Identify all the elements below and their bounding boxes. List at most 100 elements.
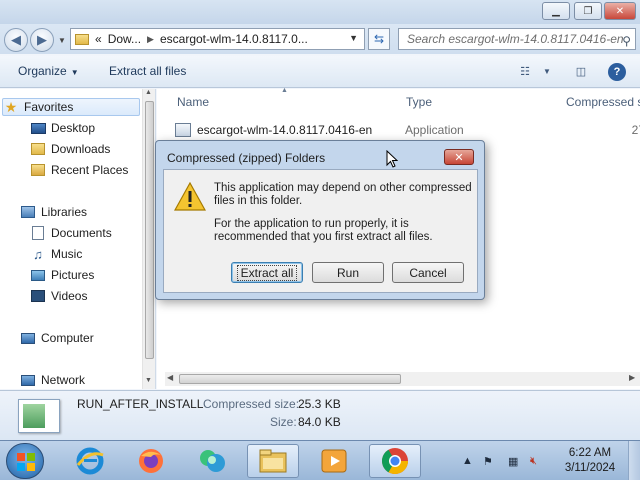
dialog-close-button[interactable]: ✕: [444, 149, 474, 165]
view-dropdown-icon[interactable]: ▼: [538, 63, 556, 79]
nav-computer[interactable]: Computer: [20, 329, 94, 347]
scroll-up-icon[interactable]: ▲: [145, 89, 152, 96]
taskbar-messenger[interactable]: [186, 444, 238, 478]
file-thumbnail: [18, 399, 60, 433]
volume-muted-icon[interactable]: 🔇︎: [530, 455, 537, 468]
cancel-label: Cancel: [409, 265, 447, 280]
dialog-message-1: This application may depend on other com…: [214, 182, 472, 207]
nav-favorites[interactable]: ★ Favorites: [2, 98, 140, 116]
nav-videos-label: Videos: [51, 289, 88, 303]
show-hidden-icons-icon[interactable]: ▲: [462, 455, 473, 467]
nav-desktop[interactable]: Desktop: [30, 119, 95, 137]
details-size-value: 84.0 KB: [298, 415, 341, 429]
desktop-icon: [30, 121, 46, 135]
extract-all-files-button[interactable]: Extract all files: [109, 64, 186, 78]
file-name: escargot-wlm-14.0.8117.0416-en: [197, 123, 373, 137]
nav-recent-places-label: Recent Places: [51, 163, 129, 177]
network-icon: [20, 373, 36, 387]
action-center-flag-icon[interactable]: ⚑: [483, 455, 493, 468]
taskbar-firefox[interactable]: [125, 444, 177, 478]
pictures-icon: [30, 268, 46, 282]
nav-pane-scrollbar[interactable]: ▲ ▼: [142, 89, 155, 389]
nav-network[interactable]: Network: [20, 371, 85, 389]
address-dropdown-icon[interactable]: ▼: [349, 33, 358, 43]
media-player-icon: [321, 449, 347, 473]
music-icon: ♫: [33, 246, 43, 262]
navigation-pane: ★ Favorites Desktop Downloads Recent Pla…: [0, 89, 156, 389]
taskbar-media-player[interactable]: [308, 444, 360, 478]
scroll-left-icon[interactable]: ◀: [167, 373, 173, 382]
nav-videos[interactable]: Videos: [30, 287, 87, 305]
libraries-icon: [20, 205, 36, 219]
address-bar[interactable]: « Dow... ▶ escargot-wlm-14.0.8117.0... ▼: [70, 28, 365, 50]
nav-downloads-label: Downloads: [51, 142, 111, 156]
taskbar-file-explorer[interactable]: [247, 444, 299, 478]
taskbar-internet-explorer[interactable]: [64, 444, 116, 478]
network-tray-icon[interactable]: ▦: [508, 455, 518, 468]
nav-libraries[interactable]: Libraries: [20, 203, 87, 221]
documents-icon: [30, 226, 46, 240]
column-header-name[interactable]: Name: [177, 95, 209, 109]
horizontal-scrollbar[interactable]: ◀ ▶: [165, 372, 640, 386]
horizontal-scroll-thumb[interactable]: [179, 374, 401, 384]
downloads-folder-icon: [30, 142, 46, 156]
nav-music[interactable]: ♫ Music: [30, 245, 82, 263]
column-header-compressed-size[interactable]: Compressed s: [566, 95, 640, 109]
search-input[interactable]: Search escargot-wlm-14.0.8117.0416-en ⚲: [398, 28, 636, 50]
folder-icon: [75, 33, 89, 45]
nav-documents[interactable]: Documents: [30, 224, 112, 242]
breadcrumb-current[interactable]: escargot-wlm-14.0.8117.0...: [160, 32, 308, 46]
videos-icon: [30, 289, 46, 303]
scroll-right-icon[interactable]: ▶: [629, 373, 635, 382]
nav-desktop-label: Desktop: [51, 121, 96, 135]
minimize-icon: ▁: [552, 5, 560, 17]
search-icon[interactable]: ⚲: [622, 31, 631, 51]
maximize-button[interactable]: ❐: [574, 2, 602, 20]
system-clock[interactable]: 6:22 AM 3/11/2024: [560, 446, 620, 476]
view-options-icon[interactable]: ☷: [516, 63, 534, 79]
extract-all-button[interactable]: Extract all: [231, 262, 303, 283]
details-size-label: Size:: [270, 415, 297, 429]
start-button[interactable]: [6, 443, 44, 479]
nav-pictures-label: Pictures: [51, 268, 95, 282]
clock-date: 3/11/2024: [564, 462, 616, 474]
file-type: Application: [405, 123, 464, 137]
refresh-button[interactable]: ⇆: [368, 28, 390, 50]
back-button[interactable]: ◀: [4, 28, 28, 52]
close-window-button[interactable]: ✕: [604, 2, 636, 20]
breadcrumb-overflow[interactable]: «: [95, 32, 102, 46]
internet-explorer-icon: [76, 447, 104, 475]
help-icon[interactable]: ?: [608, 63, 626, 81]
nav-computer-label: Computer: [41, 331, 94, 345]
breadcrumb-parent[interactable]: Dow...: [108, 32, 141, 46]
nav-network-label: Network: [41, 373, 86, 387]
back-arrow-icon: ◀: [11, 32, 21, 47]
column-header-type[interactable]: Type: [406, 95, 432, 109]
window-titlebar[interactable]: ▁ ❐ ✕: [0, 0, 640, 24]
taskbar-chrome[interactable]: [369, 444, 421, 478]
cancel-button[interactable]: Cancel: [392, 262, 464, 283]
minimize-button[interactable]: ▁: [542, 2, 570, 20]
forward-button[interactable]: ▶: [30, 28, 54, 52]
show-desktop-button[interactable]: [628, 441, 640, 480]
nav-downloads[interactable]: Downloads: [30, 140, 110, 158]
dialog-message-2: For the application to run properly, it …: [214, 218, 433, 243]
nav-scroll-thumb[interactable]: [145, 101, 154, 359]
organize-button[interactable]: Organize ▼: [18, 64, 79, 78]
mouse-cursor-icon: [386, 150, 398, 168]
nav-pictures[interactable]: Pictures: [30, 266, 94, 284]
scroll-down-icon[interactable]: ▼: [145, 377, 152, 384]
run-button[interactable]: Run: [312, 262, 384, 283]
nav-recent-places[interactable]: Recent Places: [30, 161, 128, 179]
preview-pane-icon[interactable]: ◫: [572, 63, 590, 79]
table-row[interactable]: escargot-wlm-14.0.8117.0416-en Applicati…: [175, 121, 640, 139]
details-compressed-label: Compressed size:: [203, 397, 300, 411]
extract-all-files-label: Extract all files: [109, 64, 187, 78]
sort-indicator-icon: ▲: [281, 87, 288, 94]
messenger-icon: [200, 450, 225, 472]
compressed-folders-dialog: Compressed (zipped) Folders ✕ This appli…: [155, 140, 485, 300]
nav-music-label: Music: [51, 247, 83, 261]
recent-pages-dropdown-icon[interactable]: ▼: [58, 36, 66, 45]
address-row: ◀ ▶ ▼ « Dow... ▶ escargot-wlm-14.0.8117.…: [0, 24, 640, 54]
breadcrumb-separator-icon[interactable]: ▶: [147, 34, 154, 45]
